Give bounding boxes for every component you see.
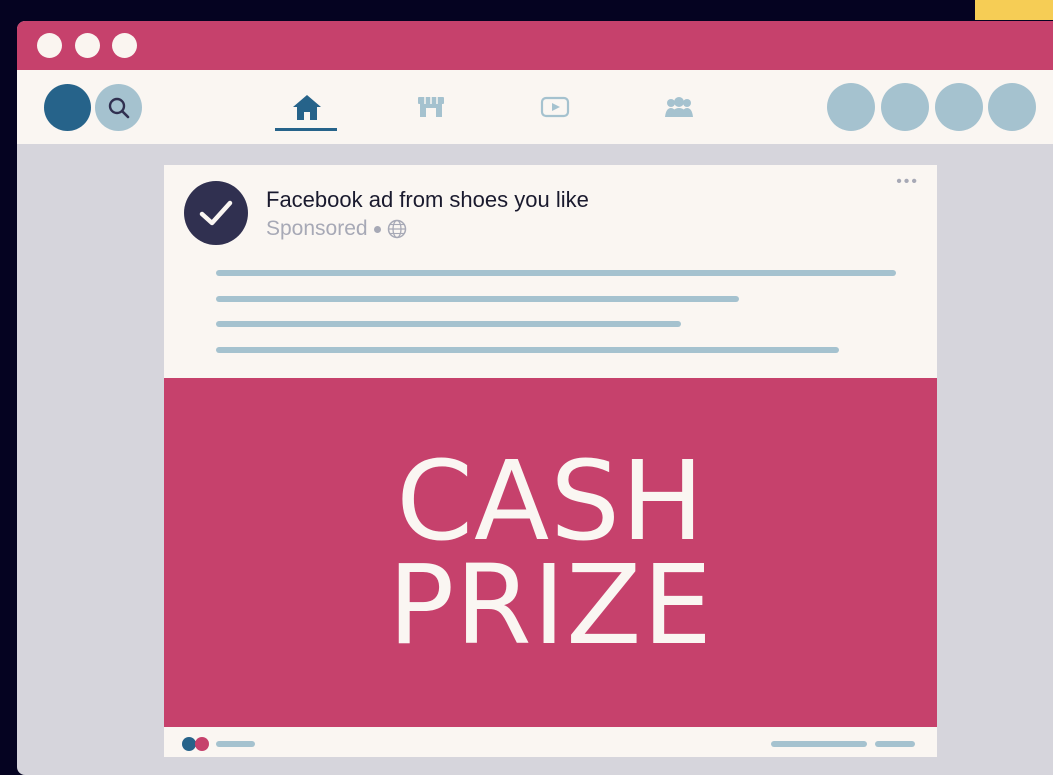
top-navbar — [17, 70, 1053, 144]
text-placeholder-line — [216, 347, 839, 353]
tab-marketplace[interactable] — [414, 92, 448, 122]
love-reaction-icon — [195, 737, 209, 751]
menu-button[interactable] — [827, 83, 875, 131]
window-close-button[interactable] — [37, 33, 62, 58]
ad-image[interactable]: CASH PRIZE — [164, 378, 937, 727]
text-placeholder-line — [216, 296, 739, 302]
like-reaction-icon — [182, 737, 196, 751]
more-options-button[interactable]: ••• — [896, 173, 919, 191]
active-tab-indicator — [275, 128, 337, 131]
meta-separator — [373, 225, 381, 233]
video-icon — [540, 96, 570, 118]
news-feed: Facebook ad from shoes you like Sponsore… — [17, 144, 1053, 775]
title-bar — [17, 21, 1053, 70]
post-title[interactable]: Facebook ad from shoes you like — [266, 187, 589, 213]
search-button[interactable] — [95, 84, 142, 131]
page-avatar[interactable] — [184, 181, 248, 245]
post-meta: Sponsored — [266, 217, 407, 241]
shares-count-placeholder[interactable] — [875, 741, 915, 747]
search-icon — [108, 97, 129, 118]
reaction-count-placeholder — [216, 741, 255, 747]
window-minimize-button[interactable] — [75, 33, 100, 58]
sponsored-label[interactable]: Sponsored — [266, 217, 368, 241]
checkmark-icon — [199, 200, 233, 226]
ad-headline: CASH PRIZE — [387, 436, 714, 669]
profile-avatar[interactable] — [44, 84, 91, 131]
messenger-button[interactable] — [881, 83, 929, 131]
globe-icon — [387, 219, 406, 239]
comments-count-placeholder[interactable] — [771, 741, 867, 747]
tab-groups[interactable] — [662, 92, 696, 122]
tab-home[interactable] — [290, 92, 324, 122]
window-maximize-button[interactable] — [112, 33, 137, 58]
post-footer — [164, 727, 937, 757]
notifications-button[interactable] — [935, 83, 983, 131]
ad-headline-line1: CASH — [396, 436, 705, 565]
store-icon — [418, 97, 444, 117]
home-icon — [293, 95, 321, 120]
text-placeholder-line — [216, 321, 681, 327]
tab-video[interactable] — [538, 92, 572, 122]
ad-headline-line2: PRIZE — [387, 540, 714, 669]
account-button[interactable] — [988, 83, 1036, 131]
browser-window: Facebook ad from shoes you like Sponsore… — [17, 21, 1053, 775]
groups-icon — [665, 97, 693, 117]
sponsored-post: Facebook ad from shoes you like Sponsore… — [164, 165, 937, 757]
text-placeholder-line — [216, 270, 896, 276]
corner-accent — [975, 0, 1053, 20]
